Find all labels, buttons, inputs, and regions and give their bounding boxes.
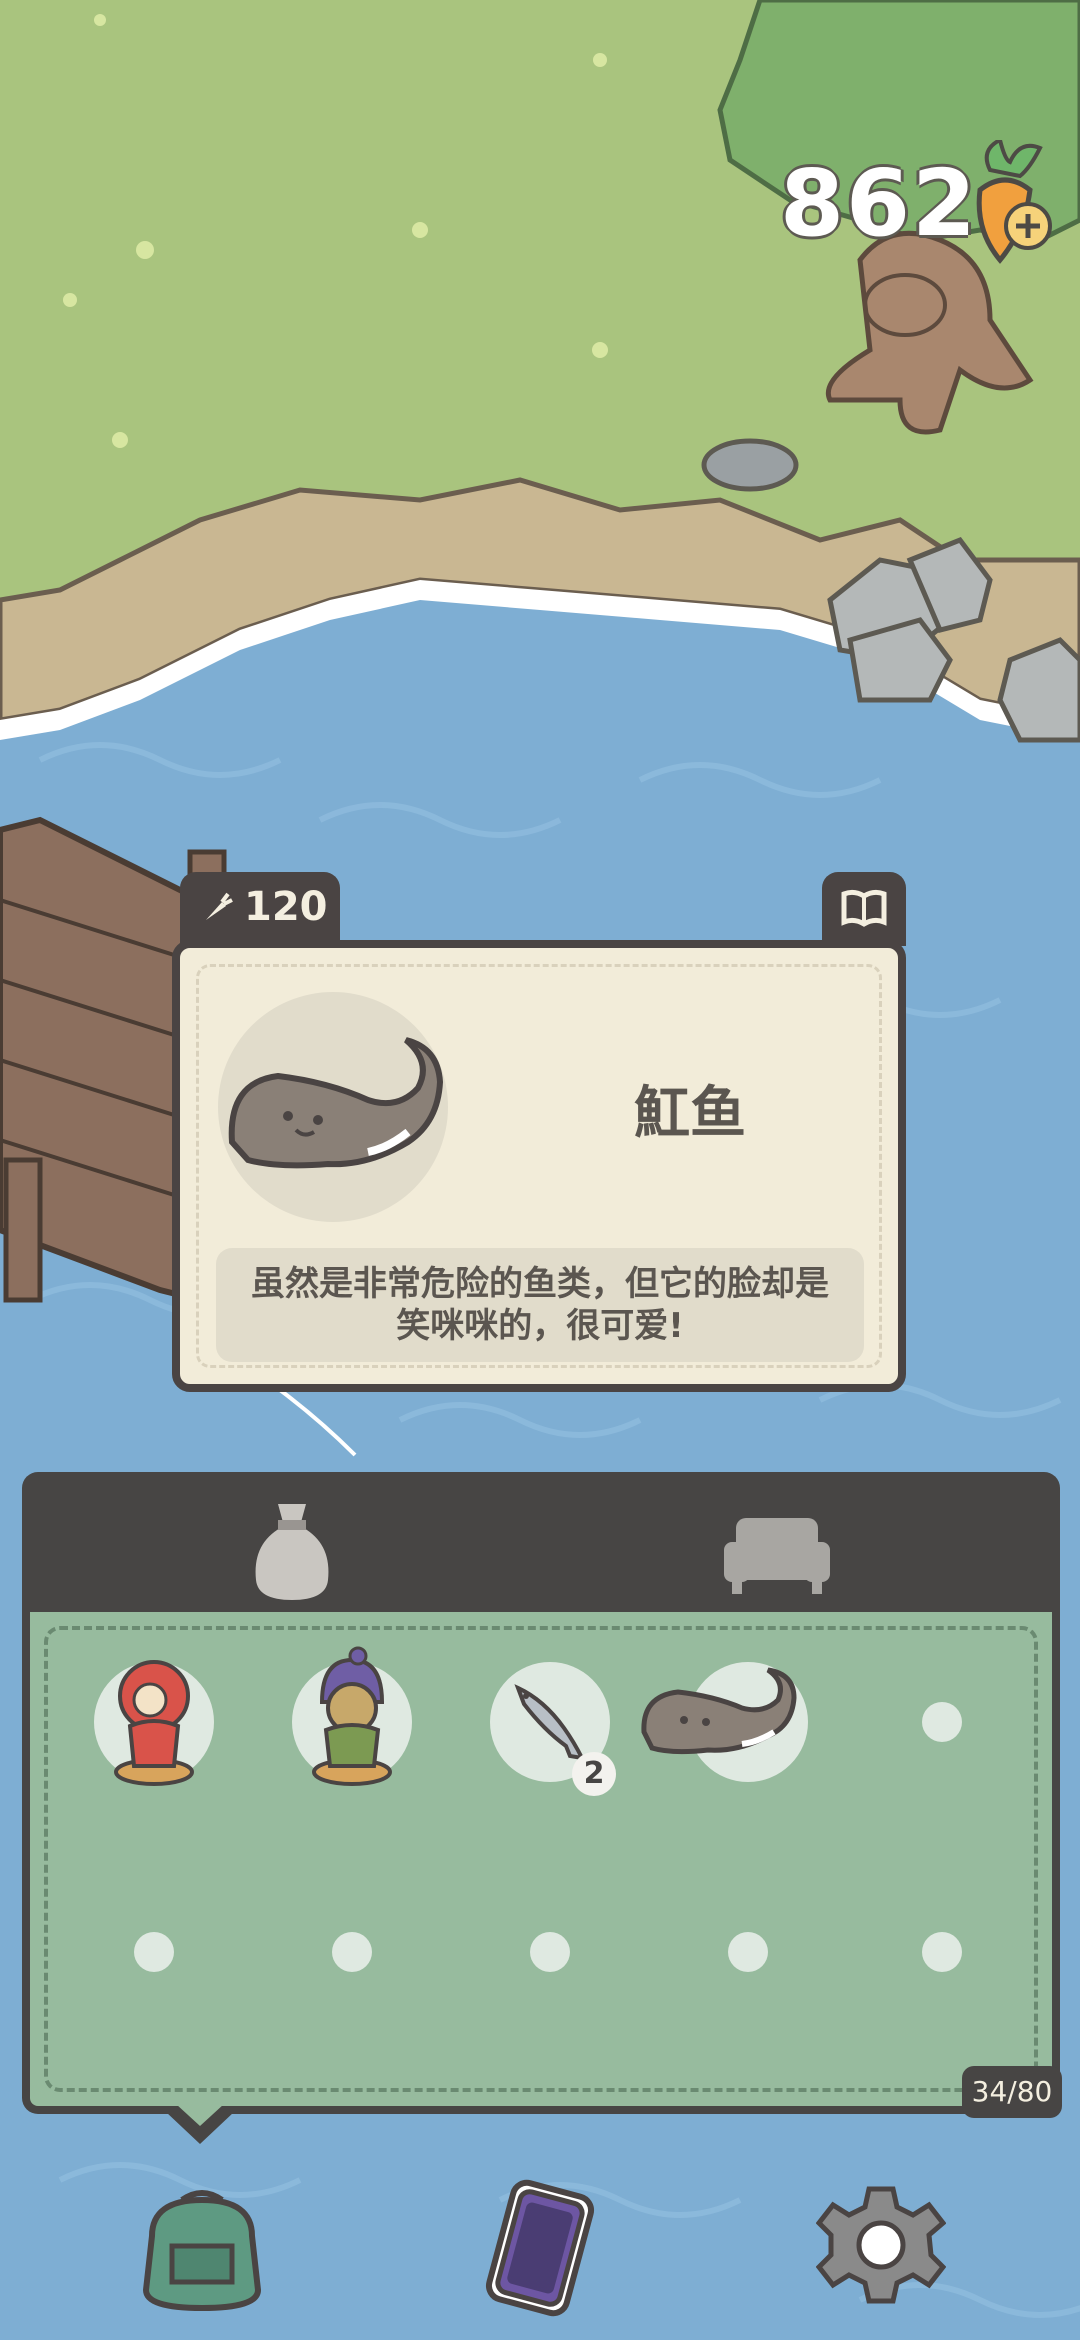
- inventory-slot[interactable]: [641, 1662, 808, 1782]
- item-count-badge: 2: [572, 1752, 616, 1796]
- gear-icon[interactable]: [816, 2180, 946, 2310]
- panel-pointer-inner: [176, 2104, 224, 2126]
- carrot-counter[interactable]: 862: [780, 140, 1060, 280]
- carrot-icon: [206, 892, 233, 920]
- book-icon: [841, 889, 887, 927]
- inventory-panel: 2: [22, 1472, 1060, 2114]
- inventory-capacity: 34/80: [962, 2066, 1062, 2118]
- fish-price: 120: [244, 884, 328, 930]
- carrot-count: 862: [780, 150, 979, 257]
- empty-slot[interactable]: [134, 1932, 174, 1972]
- inventory-slot[interactable]: [94, 1660, 214, 1786]
- inventory-grid: 2: [22, 1612, 1060, 2114]
- fish-description-text: 虽然是非常危险的鱼类，但它的脸却是笑咪咪的，很可爱!: [251, 1264, 829, 1346]
- backpack-icon[interactable]: [132, 2186, 272, 2316]
- stingray-icon: [641, 1667, 797, 1755]
- encyclopedia-button[interactable]: [822, 872, 906, 946]
- price-tab: 120: [180, 872, 340, 946]
- phone-icon[interactable]: [470, 2178, 610, 2318]
- fish-name: 魟鱼: [634, 1081, 746, 1146]
- fish-info-card: 魟鱼 虽然是非常危险的鱼类，但它的脸却是笑咪咪的，很可爱!: [172, 940, 906, 1392]
- stingray-icon: [228, 1037, 444, 1169]
- fish-description: 虽然是非常危险的鱼类，但它的脸却是笑咪咪的，很可爱!: [216, 1248, 864, 1362]
- bag-icon[interactable]: [242, 1496, 342, 1606]
- empty-slot[interactable]: [728, 1932, 768, 1972]
- sofa-icon[interactable]: [722, 1508, 832, 1598]
- inventory-tabs: [22, 1472, 1060, 1622]
- red-hooded-figure-icon: [114, 1660, 194, 1786]
- empty-slot[interactable]: [332, 1932, 372, 1972]
- fish-portrait: [218, 992, 448, 1222]
- empty-slot[interactable]: [922, 1702, 962, 1742]
- empty-slot[interactable]: [530, 1932, 570, 1972]
- purple-hat-figure-icon: [312, 1646, 392, 1786]
- inventory-slot[interactable]: [292, 1646, 412, 1786]
- empty-slot[interactable]: [922, 1932, 962, 1972]
- carrot-add-icon[interactable]: [950, 140, 1060, 280]
- inventory-slot[interactable]: 2: [490, 1662, 616, 1796]
